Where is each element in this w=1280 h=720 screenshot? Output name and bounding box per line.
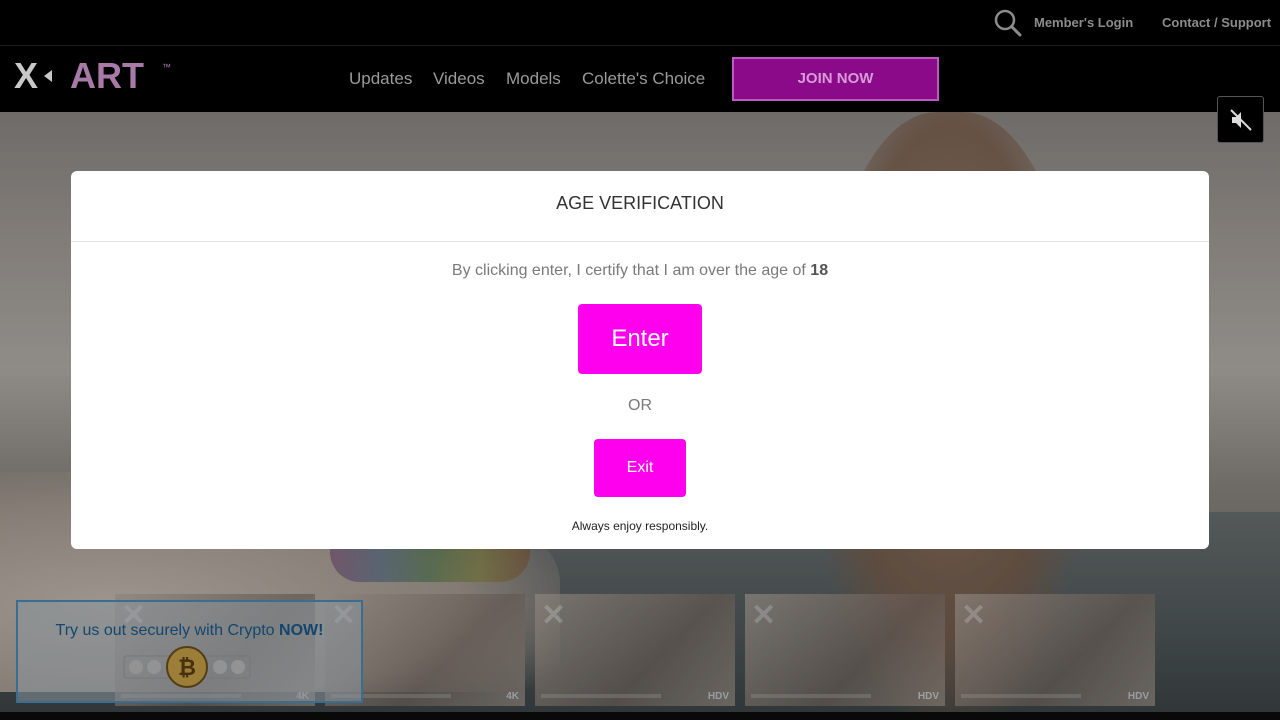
main-nav: X ART ™ Updates Videos Models Colette's … <box>0 46 1280 112</box>
nav-colettes-choice[interactable]: Colette's Choice <box>582 69 705 89</box>
mute-toggle-button[interactable] <box>1217 96 1264 143</box>
svg-text:X: X <box>14 56 38 96</box>
join-now-button[interactable]: JOIN NOW <box>732 57 939 101</box>
enter-button[interactable]: Enter <box>578 304 702 374</box>
certify-text: By clicking enter, I certify that I am o… <box>71 262 1209 280</box>
age-verification-modal: AGE VERIFICATION By clicking enter, I ce… <box>71 171 1209 549</box>
contact-support-link[interactable]: Contact / Support <box>1162 15 1271 30</box>
certify-age: 18 <box>810 262 829 279</box>
site-logo[interactable]: X ART ™ <box>14 56 174 96</box>
search-icon[interactable] <box>994 9 1022 37</box>
exit-button[interactable]: Exit <box>594 439 686 497</box>
responsibility-note: Always enjoy responsibly. <box>571 519 709 533</box>
or-separator: OR <box>628 397 652 414</box>
modal-title: AGE VERIFICATION <box>71 171 1209 242</box>
svg-text:™: ™ <box>162 62 171 72</box>
nav-videos[interactable]: Videos <box>433 69 485 89</box>
members-login-link[interactable]: Member's Login <box>1034 15 1133 30</box>
speaker-muted-icon <box>1230 109 1252 131</box>
svg-text:ART: ART <box>70 56 144 96</box>
certify-statement: By clicking enter, I certify that I am o… <box>451 262 811 279</box>
nav-updates[interactable]: Updates <box>349 69 412 89</box>
top-bar: Member's Login Contact / Support <box>0 0 1280 46</box>
nav-models[interactable]: Models <box>506 69 561 89</box>
